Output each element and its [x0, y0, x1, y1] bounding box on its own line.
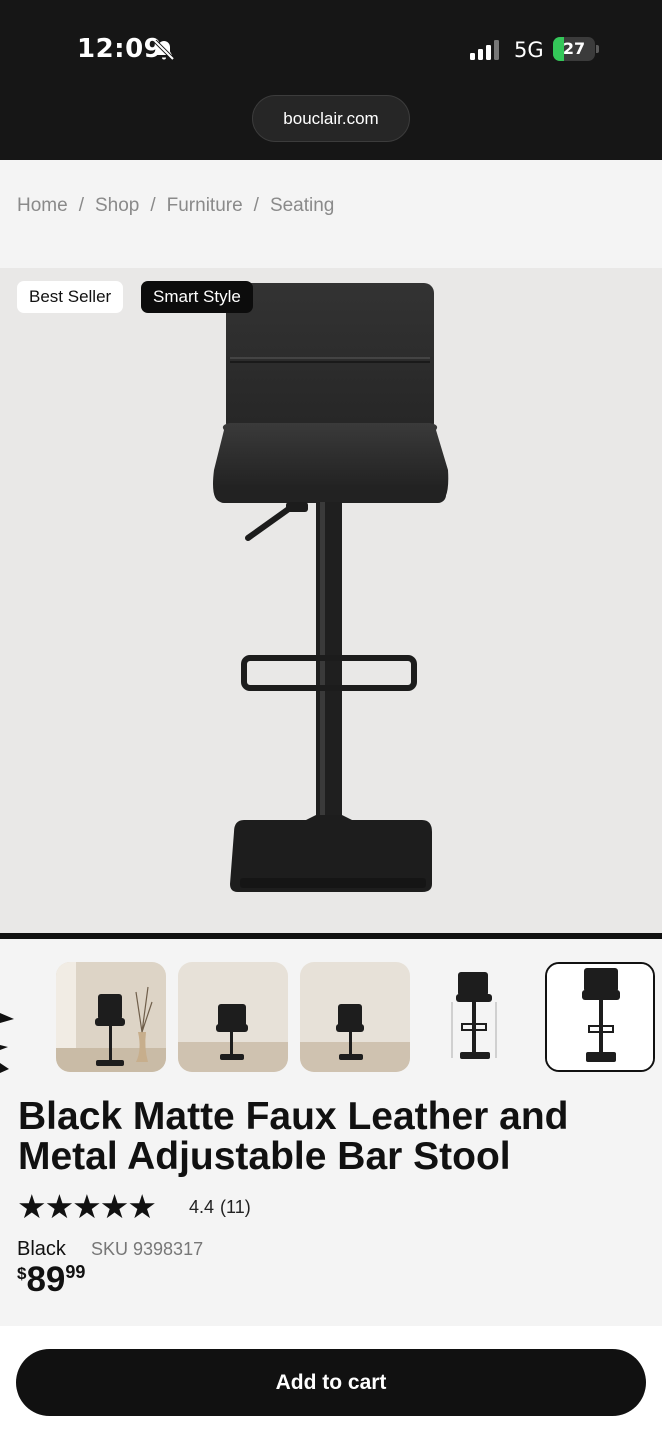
gallery-progress-bar: [0, 933, 662, 939]
gallery-thumbnails: [0, 962, 662, 1074]
review-count[interactable]: (11): [220, 1197, 251, 1217]
battery-level: 27: [562, 39, 586, 58]
star-rating-icon: ★★★★★ ★★★★★: [17, 1187, 157, 1226]
gallery-thumbnail[interactable]: [300, 962, 410, 1072]
url-bar[interactable]: bouclair.com: [252, 95, 410, 142]
gallery-thumbnail-selected[interactable]: [545, 962, 655, 1072]
product-rating[interactable]: ★★★★★ ★★★★★ 4.4 (11): [17, 1190, 251, 1224]
color-name: Black: [17, 1238, 66, 1260]
bell-slash-icon: [153, 39, 175, 61]
sku-number: 9398317: [133, 1239, 204, 1259]
status-time: 12:09: [77, 34, 163, 64]
price-currency: $: [17, 1264, 27, 1283]
breadcrumb-furniture[interactable]: Furniture: [167, 195, 243, 217]
price-dollars: 89: [26, 1260, 66, 1299]
breadcrumb-seating[interactable]: Seating: [270, 195, 334, 217]
rating-value: 4.4: [189, 1196, 215, 1217]
breadcrumb: Home / Shop / Furniture / Seating: [17, 195, 334, 217]
gallery-thumbnail[interactable]: [56, 962, 166, 1072]
add-to-cart-button[interactable]: Add to cart: [16, 1349, 646, 1416]
status-bar: 12:09 5G 27 bouclair.com: [0, 0, 662, 160]
best-seller-badge: Best Seller: [17, 281, 124, 313]
product-price: $ 89 99: [17, 1260, 85, 1300]
battery-icon: 27: [553, 37, 599, 61]
price-cents: 99: [65, 1262, 86, 1282]
breadcrumb-separator: /: [253, 195, 259, 216]
breadcrumb-separator: /: [150, 195, 156, 216]
network-label: 5G: [514, 38, 544, 62]
cellular-signal-icon: [470, 40, 499, 60]
sku-label: SKU: [91, 1239, 129, 1259]
product-title: Black Matte Faux Leather and Metal Adjus…: [18, 1095, 569, 1178]
breadcrumb-home[interactable]: Home: [17, 195, 68, 217]
gallery-thumbnail[interactable]: [422, 962, 532, 1072]
breadcrumb-separator: /: [78, 195, 84, 216]
gallery-thumbnail[interactable]: [178, 962, 288, 1072]
smart-style-badge: Smart Style: [141, 281, 253, 313]
bar-stool-image: [213, 283, 449, 892]
breadcrumb-shop[interactable]: Shop: [95, 195, 139, 217]
sku: SKU 9398317: [91, 1239, 203, 1260]
